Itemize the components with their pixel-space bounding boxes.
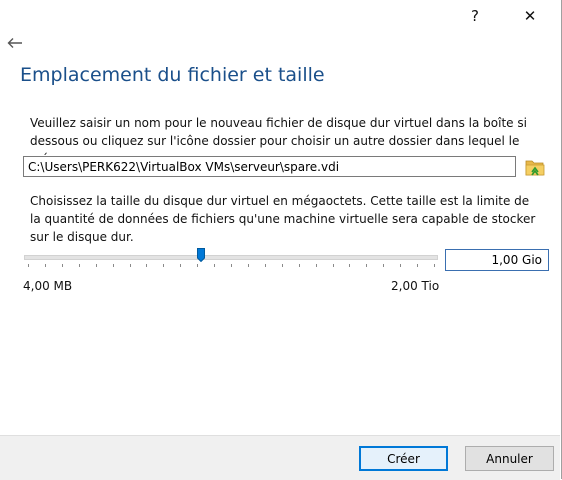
- slider-tick: [214, 264, 215, 267]
- slider-tick: [180, 264, 181, 267]
- slider-tick: [333, 264, 334, 267]
- slider-tick: [265, 264, 266, 267]
- min-size-label: 4,00 MB: [23, 279, 73, 293]
- cancel-button[interactable]: Annuler: [465, 446, 554, 471]
- slider-ticks: [24, 264, 438, 269]
- slider-tick: [417, 264, 418, 267]
- close-button[interactable]: ✕: [507, 0, 553, 32]
- choose-folder-button[interactable]: [524, 155, 546, 179]
- slider-tick: [299, 264, 300, 267]
- slider-tick: [231, 264, 232, 267]
- slider-tick: [383, 264, 384, 267]
- close-icon: ✕: [523, 7, 537, 25]
- dialog-footer: Créer Annuler: [0, 435, 560, 480]
- slider-tick: [113, 264, 114, 267]
- file-size-description: Choisissez la taille du disque dur virtu…: [30, 194, 536, 244]
- max-size-label: 2,00 Tio: [391, 279, 440, 293]
- slider-tick: [96, 264, 97, 267]
- slider-tick: [28, 264, 29, 267]
- slider-tick: [146, 264, 147, 267]
- slider-tick: [130, 264, 131, 267]
- size-slider[interactable]: [24, 248, 438, 270]
- slider-tick: [248, 264, 249, 267]
- page-title: Emplacement du fichier et taille: [20, 64, 325, 86]
- slider-tick: [197, 264, 198, 267]
- slider-tick: [349, 264, 350, 267]
- dialog-window: ? ✕ Emplacement du fichier et taille Veu…: [0, 0, 562, 480]
- help-button[interactable]: ?: [452, 0, 498, 32]
- slider-tick: [400, 264, 401, 267]
- create-button[interactable]: Créer: [359, 446, 448, 471]
- slider-tick: [163, 264, 164, 267]
- slider-track[interactable]: [24, 255, 438, 260]
- size-input[interactable]: [445, 249, 549, 271]
- slider-tick: [62, 264, 63, 267]
- back-button[interactable]: [4, 32, 26, 54]
- slider-thumb[interactable]: [197, 248, 205, 262]
- slider-tick: [79, 264, 80, 267]
- slider-tick: [366, 264, 367, 267]
- back-arrow-icon: [7, 38, 22, 48]
- file-path-input[interactable]: [23, 156, 516, 177]
- help-icon: ?: [471, 7, 479, 25]
- slider-tick: [282, 264, 283, 267]
- slider-tick: [316, 264, 317, 267]
- folder-icon: [525, 160, 545, 176]
- slider-tick: [45, 264, 46, 267]
- slider-tick: [434, 264, 435, 267]
